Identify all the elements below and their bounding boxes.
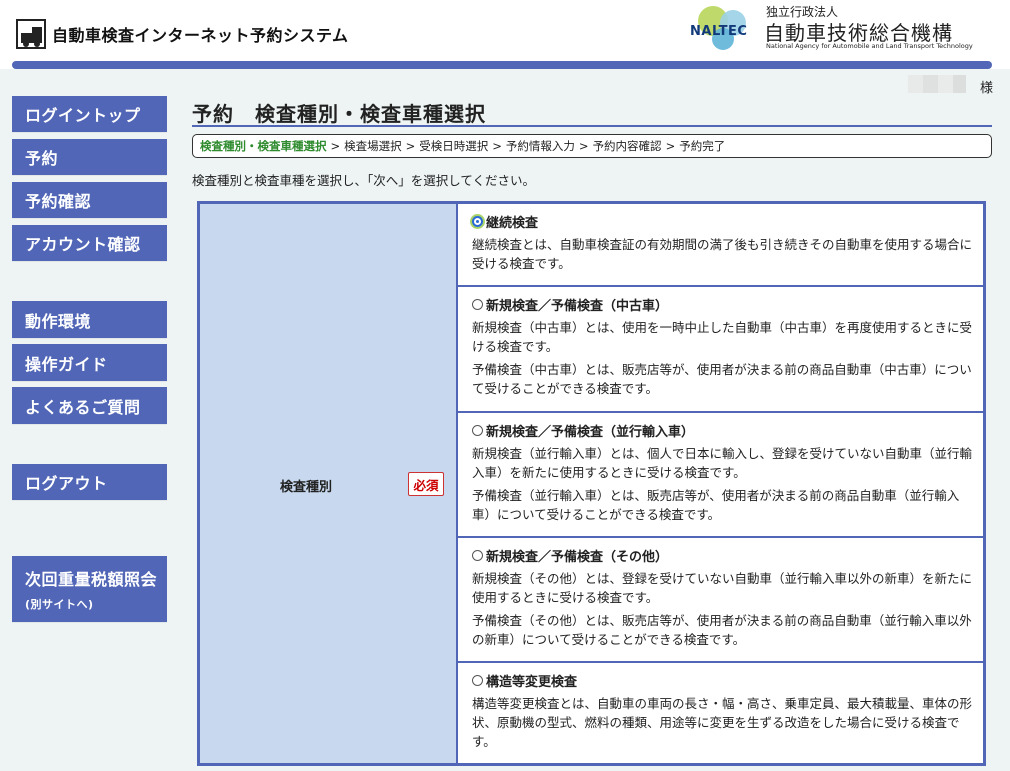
option-title[interactable]: 新規検査／予備検査（並行輸入車） xyxy=(486,421,694,440)
sidebar-item-reservation-check[interactable]: 予約確認 xyxy=(12,182,167,218)
naltec-logo: NALTEC xyxy=(690,6,762,52)
option-title[interactable]: 構造等変更検査 xyxy=(486,671,577,690)
sidebar-item-label: よくあるご質問 xyxy=(25,397,141,417)
header-divider xyxy=(12,61,992,69)
sidebar-item-label: ログイントップ xyxy=(25,106,141,125)
user-name-redacted xyxy=(908,75,966,93)
sidebar-item-account-check[interactable]: アカウント確認 xyxy=(12,225,167,261)
sidebar-item-faq[interactable]: よくあるご質問 xyxy=(12,387,167,424)
option-description-2: 予備検査（並行輸入車）とは、販売店等が、使用者が決まる前の商品自動車（並行輸入車… xyxy=(472,488,960,522)
naltec-logo-text: NALTEC xyxy=(690,24,748,39)
breadcrumb-step: 受検日時選択 xyxy=(419,139,489,153)
option-radio-label[interactable]: 新規検査／予備検査（並行輸入車） xyxy=(472,421,973,440)
instruction-text: 検査種別と検査車種を選択し、「次へ」を選択してください。 xyxy=(192,173,536,188)
title-underline xyxy=(192,125,992,127)
sidebar-item-reservation[interactable]: 予約 xyxy=(12,139,167,175)
sidebar-item-label: 予約確認 xyxy=(25,192,92,211)
page-title: 予約 検査種別・検査車種選択 xyxy=(192,102,486,126)
breadcrumb-separator: > xyxy=(330,139,341,153)
sidebar-item-label: 操作ガイド xyxy=(25,354,108,374)
option-description-2: 予備検査（中古車）とは、販売店等が、使用者が決まる前の商品自動車（中古車）につい… xyxy=(472,362,972,396)
breadcrumb-step: 予約情報入力 xyxy=(505,139,575,153)
option-radio-label[interactable]: 構造等変更検査 xyxy=(472,671,973,690)
radio-button-checked[interactable] xyxy=(472,215,483,227)
sidebar-item-label: 次回重量税額照会 xyxy=(25,570,158,589)
truck-logo-icon xyxy=(16,19,46,49)
option-new-used: 新規検査／予備検査（中古車） 新規検査（中古車）とは、使用を一時中止した自動車（… xyxy=(458,287,983,413)
option-new-parallel-import: 新規検査／予備検査（並行輸入車） 新規検査（並行輸入車）とは、個人で日本に輸入し… xyxy=(458,413,983,538)
app-title: 自動車検査インターネット予約システム xyxy=(52,26,349,45)
option-continuous: 継続検査 継続検査とは、自動車検査証の有効期間の満了後も引き続きその自動車を使用… xyxy=(458,204,983,287)
header: 自動車検査インターネット予約システム NALTEC 独立行政法人 自動車技術総合… xyxy=(0,0,1010,60)
user-suffix: 様 xyxy=(980,81,994,96)
option-description: 新規検査（並行輸入車）とは、個人で日本に輸入し、登録を受けていない自動車（並行輸… xyxy=(472,446,973,480)
option-description-2: 予備検査（その他）とは、販売店等が、使用者が決まる前の商品自動車（並行輸入車以外… xyxy=(472,613,972,647)
sidebar-item-weight-tax[interactable]: 次回重量税額照会 (別サイトへ) xyxy=(12,556,167,622)
breadcrumb-separator: > xyxy=(492,139,502,153)
option-radio-label[interactable]: 新規検査／予備検査（中古車） xyxy=(472,295,973,314)
option-description: 継続検査とは、自動車検査証の有効期間の満了後も引き続きその自動車を使用する場合に… xyxy=(472,237,973,271)
field-label: 検査種別 xyxy=(280,480,333,495)
option-radio-label[interactable]: 新規検査／予備検査（その他） xyxy=(472,546,973,565)
breadcrumb: 検査種別・検査車種選択 > 検査場選択 > 受検日時選択 > 予約情報入力 > … xyxy=(192,134,992,158)
inspection-type-table: 検査種別 必須 継続検査 継続検査とは、自動車検査証の有効期間の満了後も引き続き… xyxy=(197,201,986,766)
breadcrumb-separator: > xyxy=(578,139,589,153)
option-description: 構造等変更検査とは、自動車の車両の長さ・幅・高さ、乗車定員、最大積載量、車体の形… xyxy=(472,696,973,749)
sidebar-item-environment[interactable]: 動作環境 xyxy=(12,301,167,338)
radio-button[interactable] xyxy=(472,549,483,561)
sidebar-item-label: 予約 xyxy=(25,149,59,168)
radio-button[interactable] xyxy=(472,298,483,310)
breadcrumb-step: 予約内容確認 xyxy=(592,139,662,153)
breadcrumb-separator: > xyxy=(665,139,676,153)
breadcrumb-step: 予約完了 xyxy=(679,139,726,153)
breadcrumb-step: 検査場選択 xyxy=(344,139,402,153)
option-description: 新規検査（中古車）とは、使用を一時中止した自動車（中古車）を再度使用するときに受… xyxy=(472,320,973,354)
sidebar-item-label: ログアウト xyxy=(25,474,108,493)
radio-button[interactable] xyxy=(472,674,483,686)
radio-button[interactable] xyxy=(472,424,483,436)
option-new-other: 新規検査／予備検査（その他） 新規検査（その他）とは、登録を受けていない自動車（… xyxy=(458,538,983,663)
sidebar-item-label: 動作環境 xyxy=(25,311,92,331)
breadcrumb-separator: > xyxy=(405,139,416,153)
field-label-cell: 検査種別 必須 xyxy=(200,204,458,763)
option-title[interactable]: 新規検査／予備検査（中古車） xyxy=(486,295,668,314)
option-description: 新規検査（その他）とは、登録を受けていない自動車（並行輸入車以外の新車）を新たに… xyxy=(472,571,973,605)
sidebar-item-sublabel: (別サイトへ) xyxy=(25,598,94,611)
org-name-en: National Agency for Automobile and Land … xyxy=(766,42,973,50)
option-title[interactable]: 継続検査 xyxy=(486,212,538,231)
sidebar-item-logout[interactable]: ログアウト xyxy=(12,464,167,500)
sidebar-item-label: アカウント確認 xyxy=(25,235,141,254)
required-badge: 必須 xyxy=(408,472,444,496)
sidebar-item-login-top[interactable]: ログイントップ xyxy=(12,96,167,132)
option-structural-change: 構造等変更検査 構造等変更検査とは、自動車の車両の長さ・幅・高さ、乗車定員、最大… xyxy=(458,663,983,763)
sidebar-item-guide[interactable]: 操作ガイド xyxy=(12,344,167,381)
option-radio-label[interactable]: 継続検査 xyxy=(472,212,973,231)
option-title[interactable]: 新規検査／予備検査（その他） xyxy=(486,546,668,565)
breadcrumb-step-active: 検査種別・検査車種選択 xyxy=(200,139,327,153)
